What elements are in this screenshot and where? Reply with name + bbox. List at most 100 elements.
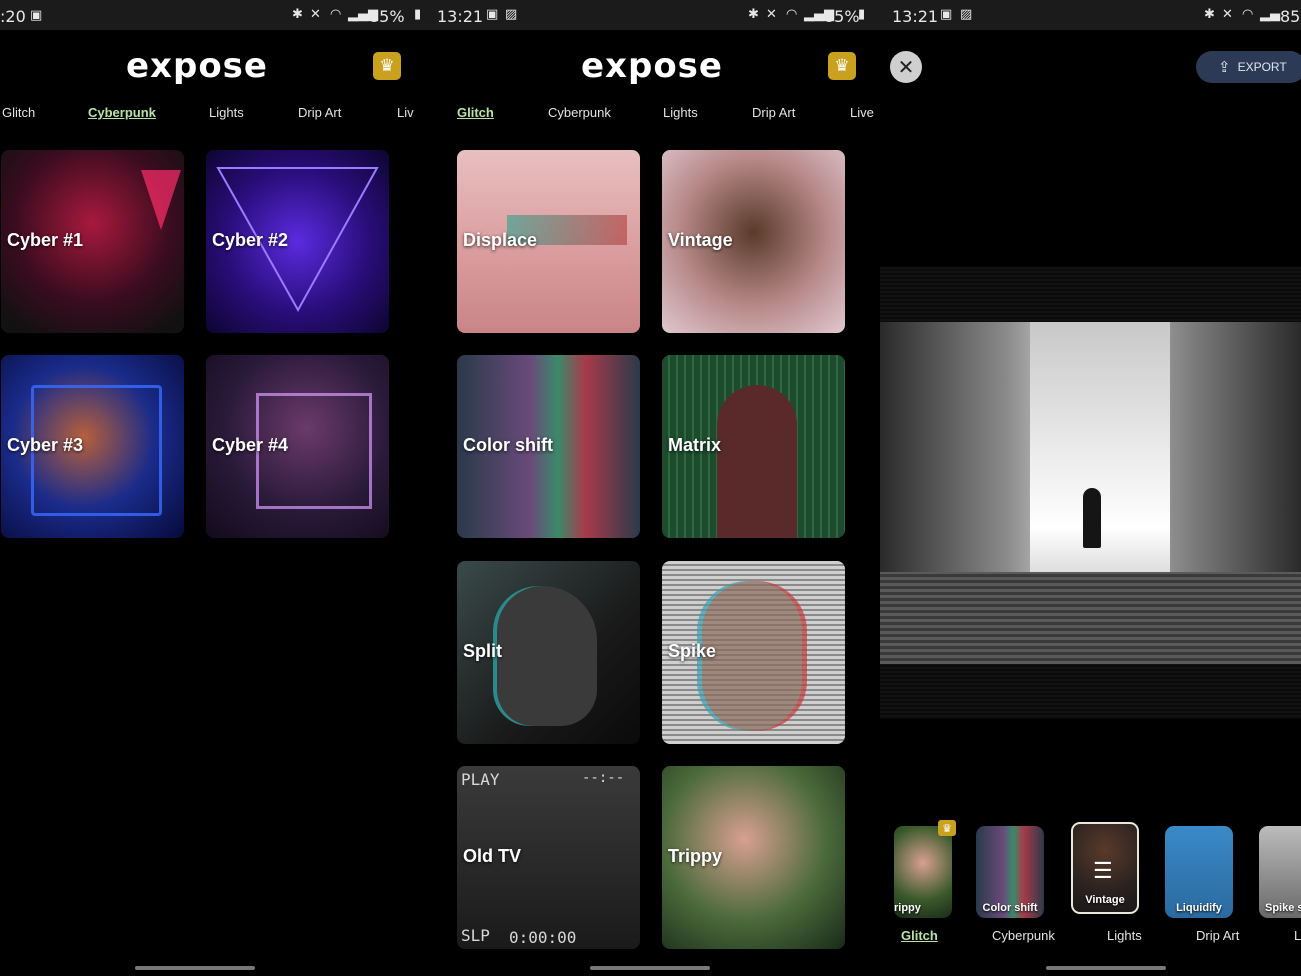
effect-thumb-trippy[interactable]: rippy: [894, 826, 952, 918]
signal-icon: ▂▄: [1260, 7, 1280, 22]
status-time: 13:21: [437, 7, 484, 26]
effect-card-cyber-3[interactable]: Cyber #3: [1, 355, 184, 538]
tab-cyberpunk[interactable]: Cyberpunk: [88, 105, 156, 120]
time-overlay: --:--: [582, 770, 625, 786]
tab-drip-art[interactable]: Drip Art: [752, 105, 795, 120]
preview-image[interactable]: [880, 322, 1301, 664]
bluetooth-icon: ✱: [748, 7, 759, 22]
mute-icon: ✕: [1222, 7, 1233, 22]
effect-label: Old TV: [463, 846, 521, 866]
screen-editor: ✕ ⇪ EXPORT rippy ♛ Color shift ☰ Vintage…: [880, 30, 1301, 976]
slp-overlay: SLP: [461, 926, 490, 945]
notification-icon: ▣: [486, 7, 499, 22]
image-icon: ▨: [960, 7, 973, 22]
sliders-icon: ☰: [1093, 858, 1113, 883]
export-label: EXPORT: [1237, 60, 1287, 74]
effect-label: Split: [463, 641, 502, 661]
effect-label: Trippy: [668, 846, 723, 866]
figure: [497, 586, 597, 726]
crown-icon[interactable]: ♛: [828, 52, 856, 80]
app-logo: expose: [581, 46, 723, 86]
effect-label: Vintage: [668, 230, 733, 250]
battery-icon: ▮: [414, 7, 422, 22]
notification-icon: ▣: [30, 8, 43, 23]
tab-live[interactable]: Liv: [397, 105, 414, 120]
thumb-label: Color shift: [982, 902, 1038, 914]
thumb-label: Spike s: [1265, 902, 1301, 914]
effect-card-color-shift[interactable]: Color shift: [457, 355, 640, 538]
bluetooth-icon: ✱: [1204, 7, 1215, 22]
effect-label: Cyber #1: [7, 230, 84, 250]
effect-label: Matrix: [668, 435, 722, 455]
status-time: :20: [0, 7, 26, 26]
tab-lights[interactable]: Lights: [663, 105, 698, 120]
tab-live[interactable]: Live: [850, 105, 874, 120]
tab-lights[interactable]: Lights: [209, 105, 244, 120]
effect-card-matrix[interactable]: Matrix: [662, 355, 845, 538]
effect-label: Cyber #2: [212, 230, 289, 250]
corridor-floor: [880, 572, 1301, 664]
crown-icon[interactable]: ♛: [373, 52, 401, 80]
thumb-label: Liquidify: [1176, 902, 1222, 914]
effect-thumb-spike[interactable]: Spike s: [1259, 826, 1301, 918]
bluetooth-icon: ✱: [292, 7, 303, 22]
notification-icon: ▣: [940, 7, 953, 22]
effect-label: Cyber #4: [212, 435, 289, 455]
battery-percent: 85%: [369, 7, 405, 26]
battery-percent: 85: [1280, 7, 1301, 26]
effect-card-trippy[interactable]: Trippy: [662, 766, 845, 949]
home-indicator: [1046, 966, 1166, 970]
mute-icon: ✕: [766, 7, 777, 22]
effect-card-vintage[interactable]: Vintage: [662, 150, 845, 333]
crown-icon: ♛: [938, 820, 956, 836]
effect-thumb-color-shift[interactable]: Color shift: [976, 826, 1044, 918]
tab-drip-art[interactable]: Drip Art: [1196, 928, 1239, 943]
effect-card-spike[interactable]: Spike: [662, 561, 845, 744]
tab-glitch[interactable]: Glitch: [457, 105, 494, 120]
effect-label: Spike: [668, 641, 717, 661]
thumb-label: Vintage: [1085, 894, 1125, 906]
status-time: 13:21: [892, 7, 939, 26]
tab-glitch[interactable]: Glitch: [2, 105, 35, 120]
effect-label: Cyber #3: [7, 435, 84, 455]
effect-thumb-vintage[interactable]: ☰ Vintage: [1071, 822, 1139, 914]
tab-cyberpunk[interactable]: Cyberpunk: [992, 928, 1055, 943]
image-icon: ▨: [505, 7, 518, 22]
figure: [717, 385, 797, 538]
counter-overlay: 0:00:00: [509, 928, 577, 947]
effect-card-split[interactable]: Split: [457, 561, 640, 744]
battery-percent: 85%: [824, 7, 860, 26]
effect-card-cyber-4[interactable]: Cyber #4: [206, 355, 389, 538]
tab-cyberpunk[interactable]: Cyberpunk: [548, 105, 611, 120]
thumb-label: rippy: [894, 902, 921, 914]
wifi-icon: ◠: [330, 7, 342, 22]
tab-glitch[interactable]: Glitch: [901, 928, 938, 943]
walking-figure: [1083, 488, 1101, 548]
home-indicator: [135, 966, 255, 970]
status-bar: :20 ▣ ✱ ✕ ◠ ▂▄▆ 85% ▮ 13:21 ▣ ▨ ✱ ✕ ◠ ▂▄…: [0, 0, 1301, 30]
effect-label: Color shift: [463, 435, 553, 455]
effect-card-old-tv[interactable]: PLAY --:-- SLP 0:00:00 Old TV: [457, 766, 640, 949]
screen-glitch: expose ♛ Glitch Cyberpunk Lights Drip Ar…: [430, 30, 880, 976]
wifi-icon: ◠: [1242, 7, 1254, 22]
play-overlay: PLAY: [461, 770, 500, 789]
close-icon[interactable]: ✕: [890, 51, 922, 83]
tab-live[interactable]: L: [1294, 928, 1301, 943]
wifi-icon: ◠: [786, 7, 798, 22]
export-button[interactable]: ⇪ EXPORT: [1196, 51, 1301, 83]
effect-card-cyber-1[interactable]: Cyber #1: [1, 150, 184, 333]
home-indicator: [590, 966, 710, 970]
app-logo: expose: [126, 46, 268, 86]
screen-cyberpunk: expose ♛ Glitch Cyberpunk Lights Drip Ar…: [0, 30, 430, 976]
figure: [702, 581, 802, 731]
tab-lights[interactable]: Lights: [1107, 928, 1142, 943]
effect-thumb-liquidify[interactable]: Liquidify: [1165, 826, 1233, 918]
neon-triangle: [141, 170, 181, 230]
battery-icon: ▮: [858, 7, 866, 22]
effect-card-cyber-2[interactable]: Cyber #2: [206, 150, 389, 333]
tab-drip-art[interactable]: Drip Art: [298, 105, 341, 120]
effect-label: Displace: [463, 230, 538, 250]
mute-icon: ✕: [310, 7, 321, 22]
effect-card-displace[interactable]: Displace: [457, 150, 640, 333]
share-icon: ⇪: [1218, 59, 1231, 76]
